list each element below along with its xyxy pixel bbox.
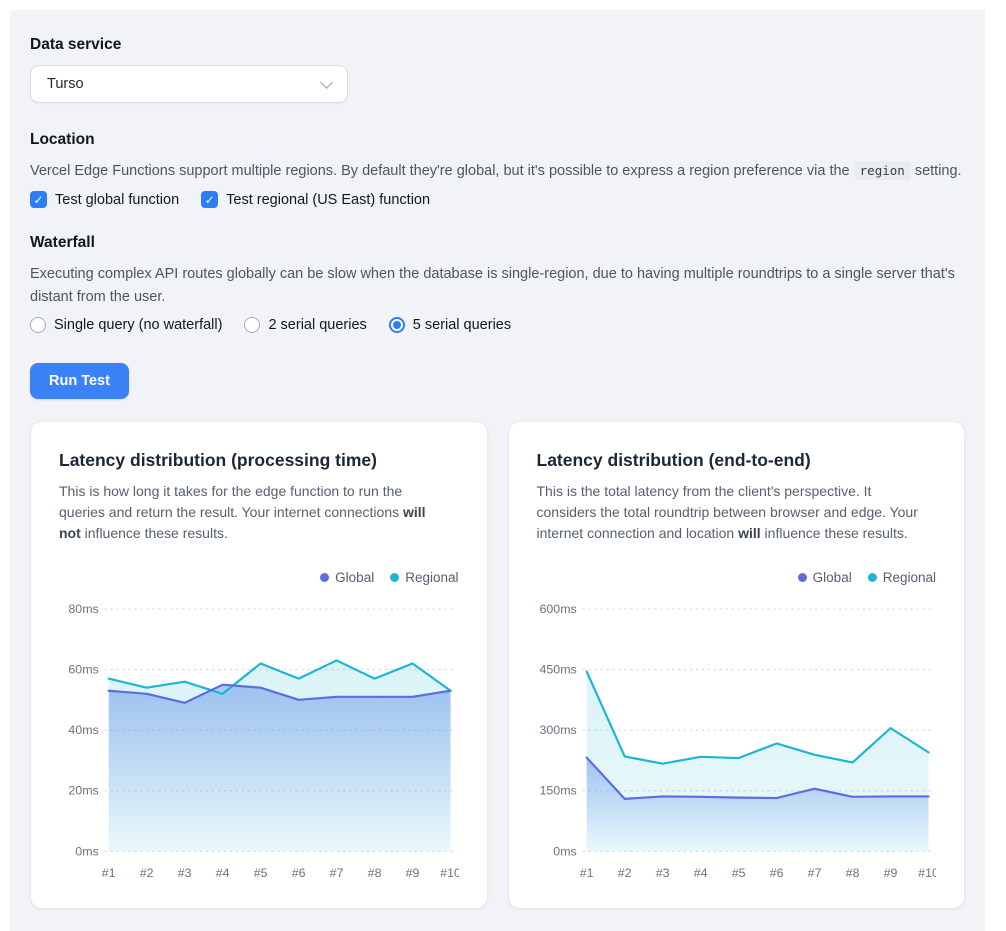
legend-item-global: Global [798,570,852,585]
svg-text:#6: #6 [292,867,306,881]
svg-text:#10: #10 [440,867,458,881]
location-heading: Location [30,131,965,149]
global-series-dot-icon [798,573,807,582]
radio-icon[interactable] [244,317,260,333]
waterfall-radio-row: Single query (no waterfall) 2 serial que… [30,317,965,333]
svg-text:150ms: 150ms [539,784,576,798]
app-container: Data service Turso Location Vercel Edge … [10,10,985,931]
checkbox-test-global-function[interactable]: Test global function [30,191,179,208]
chart-legend: Global Regional [59,570,459,585]
charts-grid: Latency distribution (processing time) T… [30,421,965,908]
legend-label: Global [813,570,852,585]
svg-text:600ms: 600ms [539,602,576,616]
radio-label: 2 serial queries [268,317,366,333]
svg-text:#5: #5 [254,867,268,881]
legend-item-global: Global [320,570,374,585]
location-description-pre: Vercel Edge Functions support multiple r… [30,163,854,179]
svg-text:#7: #7 [330,867,344,881]
svg-text:450ms: 450ms [539,663,576,677]
waterfall-description: Executing complex API routes globally ca… [30,263,965,308]
data-service-heading: Data service [30,36,965,54]
checkbox-label: Test regional (US East) function [226,192,430,208]
regional-series-dot-icon [390,573,399,582]
location-description: Vercel Edge Functions support multiple r… [30,160,965,182]
card-title: Latency distribution (end-to-end) [537,450,937,471]
svg-text:#3: #3 [655,867,669,881]
svg-text:20ms: 20ms [68,784,98,798]
svg-text:#1: #1 [102,867,116,881]
svg-text:#6: #6 [769,867,783,881]
latency-processing-chart: 0ms 20ms 40ms 60ms 80ms #1 #2 #3 #4 #5 #6 #7 #8 #9 #10 [59,595,459,885]
svg-text:60ms: 60ms [68,663,98,677]
checkbox-label: Test global function [55,192,179,208]
radio-2-serial-queries[interactable]: 2 serial queries [244,317,366,333]
svg-text:#2: #2 [140,867,154,881]
region-code-chip: region [854,161,911,180]
card-description: This is how long it takes for the edge f… [59,481,451,544]
svg-text:#10: #10 [918,867,936,881]
svg-text:0ms: 0ms [553,845,576,859]
svg-text:#1: #1 [579,867,593,881]
svg-text:0ms: 0ms [75,845,98,859]
location-description-post: setting. [911,163,962,179]
svg-text:#4: #4 [216,867,230,881]
radio-label: 5 serial queries [413,317,511,333]
run-test-button[interactable]: Run Test [30,363,129,399]
chevron-down-icon [320,76,333,89]
regional-series-dot-icon [868,573,877,582]
radio-label: Single query (no waterfall) [54,317,222,333]
svg-text:80ms: 80ms [68,602,98,616]
radio-5-serial-queries[interactable]: 5 serial queries [389,317,511,333]
checkbox-icon[interactable] [201,191,218,208]
legend-label: Regional [883,570,936,585]
waterfall-heading: Waterfall [30,234,965,252]
latency-processing-card: Latency distribution (processing time) T… [30,421,488,908]
checkbox-icon[interactable] [30,191,47,208]
radio-single-query[interactable]: Single query (no waterfall) [30,317,222,333]
global-series-dot-icon [320,573,329,582]
card-description-post: influence these results. [761,525,908,541]
svg-text:#7: #7 [807,867,821,881]
svg-text:#8: #8 [845,867,859,881]
data-service-select[interactable]: Turso [30,65,348,103]
chart-legend: Global Regional [537,570,937,585]
legend-label: Regional [405,570,458,585]
radio-icon[interactable] [389,317,405,333]
card-description: This is the total latency from the clien… [537,481,929,544]
legend-item-regional: Regional [390,570,458,585]
card-title: Latency distribution (processing time) [59,450,459,471]
checkbox-test-regional-function[interactable]: Test regional (US East) function [201,191,430,208]
location-checkbox-row: Test global function Test regional (US E… [30,191,965,208]
svg-text:#2: #2 [617,867,631,881]
svg-text:#4: #4 [693,867,707,881]
svg-text:40ms: 40ms [68,724,98,738]
legend-item-regional: Regional [868,570,936,585]
svg-text:#9: #9 [883,867,897,881]
card-description-bold: will [738,525,761,541]
radio-icon[interactable] [30,317,46,333]
svg-text:#8: #8 [368,867,382,881]
svg-text:#9: #9 [406,867,420,881]
svg-text:#5: #5 [731,867,745,881]
card-description-pre: This is how long it takes for the edge f… [59,483,403,520]
data-service-selected-value: Turso [47,76,84,92]
latency-end-to-end-card: Latency distribution (end-to-end) This i… [508,421,966,908]
svg-text:300ms: 300ms [539,724,576,738]
card-description-post: influence these results. [81,525,228,541]
svg-text:#3: #3 [178,867,192,881]
latency-end-to-end-chart: 0ms 150ms 300ms 450ms 600ms #1 #2 #3 #4 #5 #6 #7 #8 #… [537,595,937,885]
legend-label: Global [335,570,374,585]
